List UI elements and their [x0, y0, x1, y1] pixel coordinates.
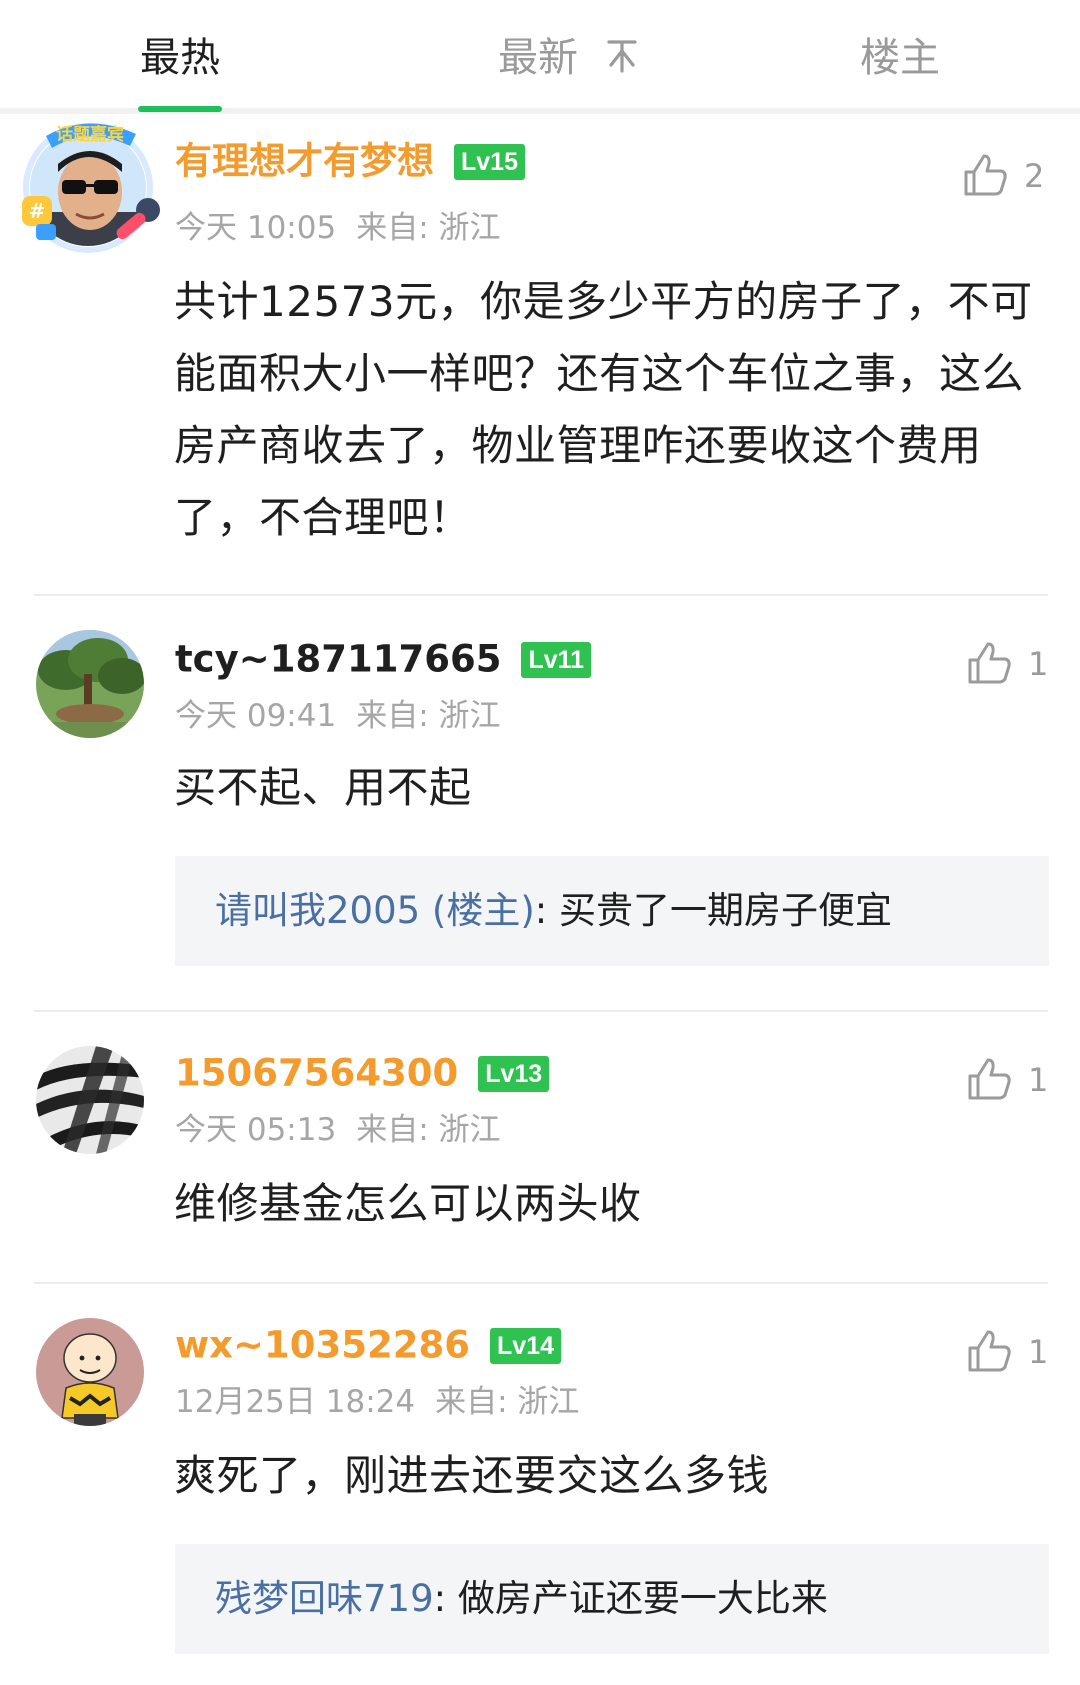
avatar[interactable]: 话题嘉宾 #: [18, 112, 166, 260]
divider: [34, 594, 1048, 596]
tab-hottest[interactable]: 最热: [140, 30, 220, 86]
tab-newest-label: 最新: [498, 35, 578, 81]
comment-username[interactable]: wx~10352286 Lv14: [175, 1322, 561, 1368]
level-badge: Lv13: [478, 1055, 550, 1092]
tab-newest[interactable]: 最新: [498, 30, 637, 88]
thumbs-up-icon: [968, 1058, 1011, 1100]
comment-text: 共计12573元，你是多少平方的房子了，不可能面积大小一样吧？还有这个车位之事，…: [174, 277, 1033, 542]
tab-thread-owner[interactable]: 楼主: [860, 30, 940, 86]
comment-meta: 今天 05:13 来自: 浙江: [175, 1110, 501, 1150]
divider: [34, 1282, 1048, 1284]
svg-text:#: #: [29, 199, 46, 223]
comment-location: 来自: 浙江: [356, 210, 501, 246]
avatar[interactable]: [36, 1318, 144, 1426]
sort-icon: [607, 32, 637, 88]
reply-username[interactable]: 残梦回味719: [215, 1577, 434, 1620]
like-count: 1: [1028, 1333, 1049, 1371]
comment-time: 今天 10:05: [175, 210, 337, 246]
username-text: 有理想才有梦想: [175, 139, 434, 183]
zebra-pattern-avatar: [36, 1046, 144, 1154]
username-text: 15067564300: [175, 1051, 459, 1095]
bonsai-tree-avatar: [36, 630, 144, 738]
level-badge: Lv11: [521, 641, 592, 678]
reply-colon: :: [433, 1577, 458, 1620]
comment-username[interactable]: 有理想才有梦想 Lv15: [175, 138, 525, 184]
comment-location: 来自: 浙江: [356, 698, 501, 734]
thumbs-up-icon: [968, 642, 1011, 684]
comment-username[interactable]: tcy~187117665 Lv11: [175, 636, 592, 682]
man-sunglasses-avatar: 话题嘉宾 #: [22, 123, 160, 253]
comment-time: 今天 05:13: [175, 1112, 337, 1148]
svg-text:话题嘉宾: 话题嘉宾: [56, 124, 124, 145]
reply-preview[interactable]: 残梦回味719: 做房产证还要一大比来: [175, 1544, 1049, 1654]
comment-location: 来自: 浙江: [435, 1384, 580, 1420]
level-badge: Lv14: [490, 1327, 561, 1364]
username-text: wx~10352286: [175, 1323, 471, 1367]
comment-meta: 12月25日 18:24 来自: 浙江: [175, 1382, 579, 1422]
comment-text: 买不起、用不起: [174, 763, 472, 812]
divider: [34, 1010, 1048, 1012]
comment-time: 12月25日 18:24: [175, 1384, 416, 1420]
comment-location: 来自: 浙江: [356, 1112, 501, 1148]
cartoon-boy-avatar: [36, 1318, 144, 1426]
comment-time: 今天 09:41: [175, 698, 337, 734]
reply-colon: :: [534, 889, 560, 932]
like-button[interactable]: 1: [964, 634, 1064, 694]
like-count: 1: [1028, 1061, 1049, 1099]
comment-username[interactable]: 15067564300 Lv13: [175, 1050, 550, 1096]
reply-preview[interactable]: 请叫我2005 (楼主): 买贵了一期房子便宜: [175, 856, 1049, 966]
tab-bar: 最热 最新 楼主: [0, 0, 1080, 114]
level-badge: Lv15: [454, 143, 525, 180]
reply-text: 做房产证还要一大比来: [457, 1577, 828, 1620]
avatar[interactable]: [36, 630, 144, 738]
reply-text: 买贵了一期房子便宜: [559, 889, 893, 932]
comment-text: 爽死了，刚进去还要交这么多钱: [174, 1451, 770, 1500]
like-button[interactable]: 1: [964, 1050, 1064, 1110]
username-text: tcy~187117665: [175, 637, 502, 681]
comment-meta: 今天 09:41 来自: 浙江: [175, 696, 501, 736]
like-button[interactable]: 1: [964, 1322, 1064, 1382]
like-button[interactable]: 2: [960, 146, 1060, 206]
tab-thread-owner-label: 楼主: [860, 35, 940, 81]
comment-text: 维修基金怎么可以两头收: [174, 1179, 642, 1228]
tab-hottest-label: 最热: [140, 35, 220, 81]
reply-username[interactable]: 请叫我2005 (楼主): [215, 889, 535, 932]
thumbs-up-icon: [968, 1330, 1011, 1372]
like-count: 1: [1028, 645, 1049, 683]
comment-meta: 今天 10:05 来自: 浙江: [175, 208, 501, 248]
like-count: 2: [1024, 157, 1045, 195]
thumbs-up-icon: [964, 154, 1007, 196]
avatar[interactable]: [36, 1046, 144, 1154]
